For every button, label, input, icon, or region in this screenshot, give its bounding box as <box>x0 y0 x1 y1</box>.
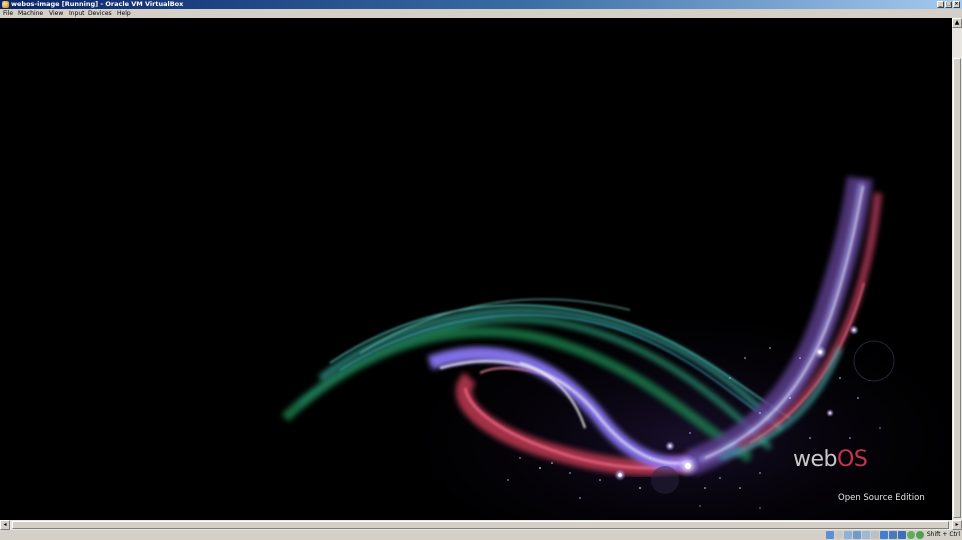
optical-drive-icon[interactable] <box>835 531 843 539</box>
scroll-left-button[interactable]: ◂ <box>0 520 10 530</box>
menu-devices[interactable]: Devices <box>88 9 112 18</box>
window-controls: _ □ × <box>937 1 960 8</box>
close-button[interactable]: × <box>953 1 960 8</box>
webos-logo: webOS <box>793 445 868 475</box>
menu-input[interactable]: Input <box>69 9 85 18</box>
status-indicators <box>826 531 924 539</box>
shared-folders-icon[interactable] <box>871 531 879 539</box>
guest-display[interactable]: webOS Open Source Edition <box>0 18 952 520</box>
virtualbox-app-icon[interactable] <box>2 1 9 8</box>
horizontal-scroll-thumb[interactable] <box>12 521 949 529</box>
vertical-scroll-thumb[interactable] <box>953 58 961 518</box>
hard-disk-icon[interactable] <box>826 531 834 539</box>
usb-icon[interactable] <box>862 531 870 539</box>
video-capture-icon[interactable] <box>889 531 897 539</box>
network-icon[interactable] <box>853 531 861 539</box>
scroll-up-button[interactable]: ▲ <box>952 18 962 28</box>
horizontal-scrollbar[interactable]: ◂ ▸ <box>0 520 962 530</box>
title-bar[interactable]: webos-image [Running] - Oracle VM Virtua… <box>0 0 962 9</box>
window-title: webos-image [Running] - Oracle VM Virtua… <box>11 0 184 8</box>
mouse-integration-icon[interactable] <box>907 531 915 539</box>
host-key-label: Shift + Ctrl <box>926 531 960 538</box>
vertical-scrollbar[interactable]: ▲ <box>952 18 962 520</box>
keyboard-icon[interactable] <box>916 531 924 539</box>
menu-help[interactable]: Help <box>117 9 131 18</box>
menu-file[interactable]: File <box>3 9 13 18</box>
minimize-button[interactable]: _ <box>937 1 944 8</box>
menu-view[interactable]: View <box>49 9 63 18</box>
logo-os: OS <box>837 447 868 472</box>
scroll-right-button[interactable]: ▸ <box>952 520 962 530</box>
display-icon[interactable] <box>880 531 888 539</box>
maximize-button[interactable]: □ <box>945 1 952 8</box>
edition-label: Open Source Edition <box>838 493 925 503</box>
virtualization-icon[interactable] <box>898 531 906 539</box>
menu-bar: File Machine View Input Devices Help <box>0 9 962 18</box>
logo-web: web <box>793 447 838 472</box>
status-bar: Shift + Ctrl <box>0 530 962 540</box>
audio-icon[interactable] <box>844 531 852 539</box>
menu-machine[interactable]: Machine <box>18 9 43 18</box>
